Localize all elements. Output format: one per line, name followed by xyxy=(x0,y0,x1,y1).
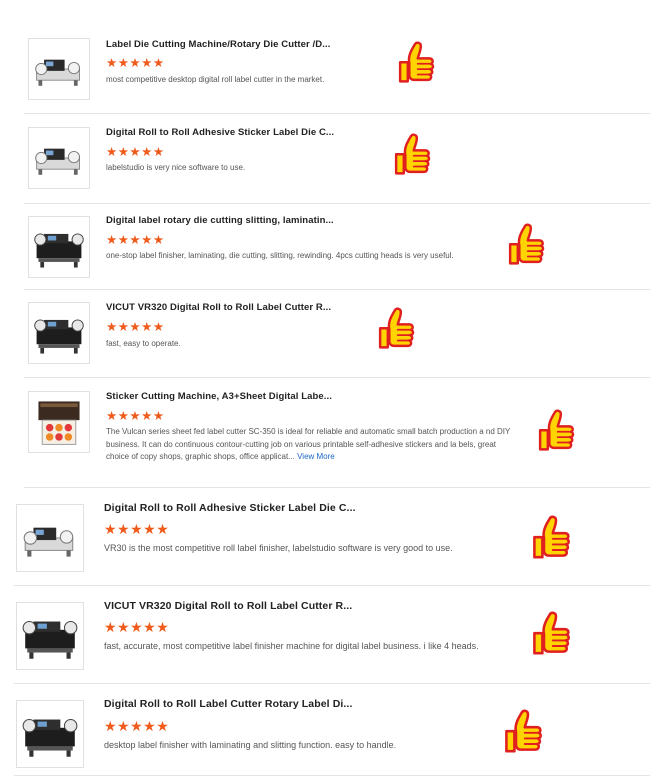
product-image xyxy=(31,41,87,97)
star-rating: ★★★★★ xyxy=(106,320,165,334)
thumbs-up-icon xyxy=(500,700,548,764)
product-image xyxy=(31,130,87,186)
review-text: VR30 is the most competitive roll label … xyxy=(104,543,453,553)
product-title[interactable]: Digital Roll to Roll Label Cutter Rotary… xyxy=(104,698,352,710)
product-thumbnail[interactable] xyxy=(28,38,90,100)
product-title[interactable]: Sticker Cutting Machine, A3+Sheet Digita… xyxy=(106,391,332,402)
product-title[interactable]: VICUT VR320 Digital Roll to Roll Label C… xyxy=(104,600,352,612)
product-thumbnail[interactable] xyxy=(28,391,90,453)
star-rating: ★★★★★ xyxy=(104,521,170,537)
product-thumbnail[interactable] xyxy=(28,302,90,364)
product-image xyxy=(31,394,87,450)
star-rating: ★★★★★ xyxy=(106,233,165,247)
product-title[interactable]: Digital Roll to Roll Adhesive Sticker La… xyxy=(104,502,356,514)
product-thumbnail[interactable] xyxy=(16,700,84,768)
product-image xyxy=(19,507,81,569)
review-item: Digital Roll to Roll Adhesive Sticker La… xyxy=(24,114,650,204)
thumbs-up-icon xyxy=(390,124,436,186)
view-more-link[interactable]: View More xyxy=(297,452,335,461)
thumbs-up-icon xyxy=(504,214,550,276)
product-title[interactable]: Label Die Cutting Machine/Rotary Die Cut… xyxy=(106,39,330,50)
review-text: desktop label finisher with laminating a… xyxy=(104,740,397,750)
thumbs-up-icon xyxy=(394,32,440,94)
thumbs-up-icon xyxy=(528,602,576,666)
product-image xyxy=(31,305,87,361)
review-item: Label Die Cutting Machine/Rotary Die Cut… xyxy=(24,30,650,114)
product-thumbnail[interactable] xyxy=(28,216,90,278)
product-thumbnail[interactable] xyxy=(16,602,84,670)
star-rating: ★★★★★ xyxy=(106,145,165,159)
thumbs-up-icon xyxy=(534,400,580,462)
review-text: fast, easy to operate. xyxy=(106,339,181,348)
star-rating: ★★★★★ xyxy=(104,619,170,635)
review-item: Digital Roll to Roll Label Cutter Rotary… xyxy=(14,684,650,776)
product-image xyxy=(19,703,81,765)
review-text: fast, accurate, most competitive label f… xyxy=(104,641,479,651)
star-rating: ★★★★★ xyxy=(104,718,170,734)
review-text: The Vulcan series sheet fed label cutter… xyxy=(106,426,514,464)
review-text: labelstudio is very nice software to use… xyxy=(106,163,246,172)
star-rating: ★★★★★ xyxy=(106,409,165,423)
thumbs-up-icon xyxy=(374,298,420,360)
product-title[interactable]: Digital label rotary die cutting slittin… xyxy=(106,215,334,226)
review-text: one-stop label finisher, laminating, die… xyxy=(106,251,454,260)
star-rating: ★★★★★ xyxy=(106,56,165,70)
product-thumbnail[interactable] xyxy=(28,127,90,189)
thumbs-up-icon xyxy=(528,506,576,570)
review-text: most competitive desktop digital roll la… xyxy=(106,75,325,84)
product-title[interactable]: VICUT VR320 Digital Roll to Roll Label C… xyxy=(106,302,331,313)
product-thumbnail[interactable] xyxy=(16,504,84,572)
product-image xyxy=(19,605,81,667)
product-title[interactable]: Digital Roll to Roll Adhesive Sticker La… xyxy=(106,127,334,138)
review-item: Digital label rotary die cutting slittin… xyxy=(24,204,650,290)
product-image xyxy=(31,219,87,275)
review-item: VICUT VR320 Digital Roll to Roll Label C… xyxy=(24,290,650,378)
